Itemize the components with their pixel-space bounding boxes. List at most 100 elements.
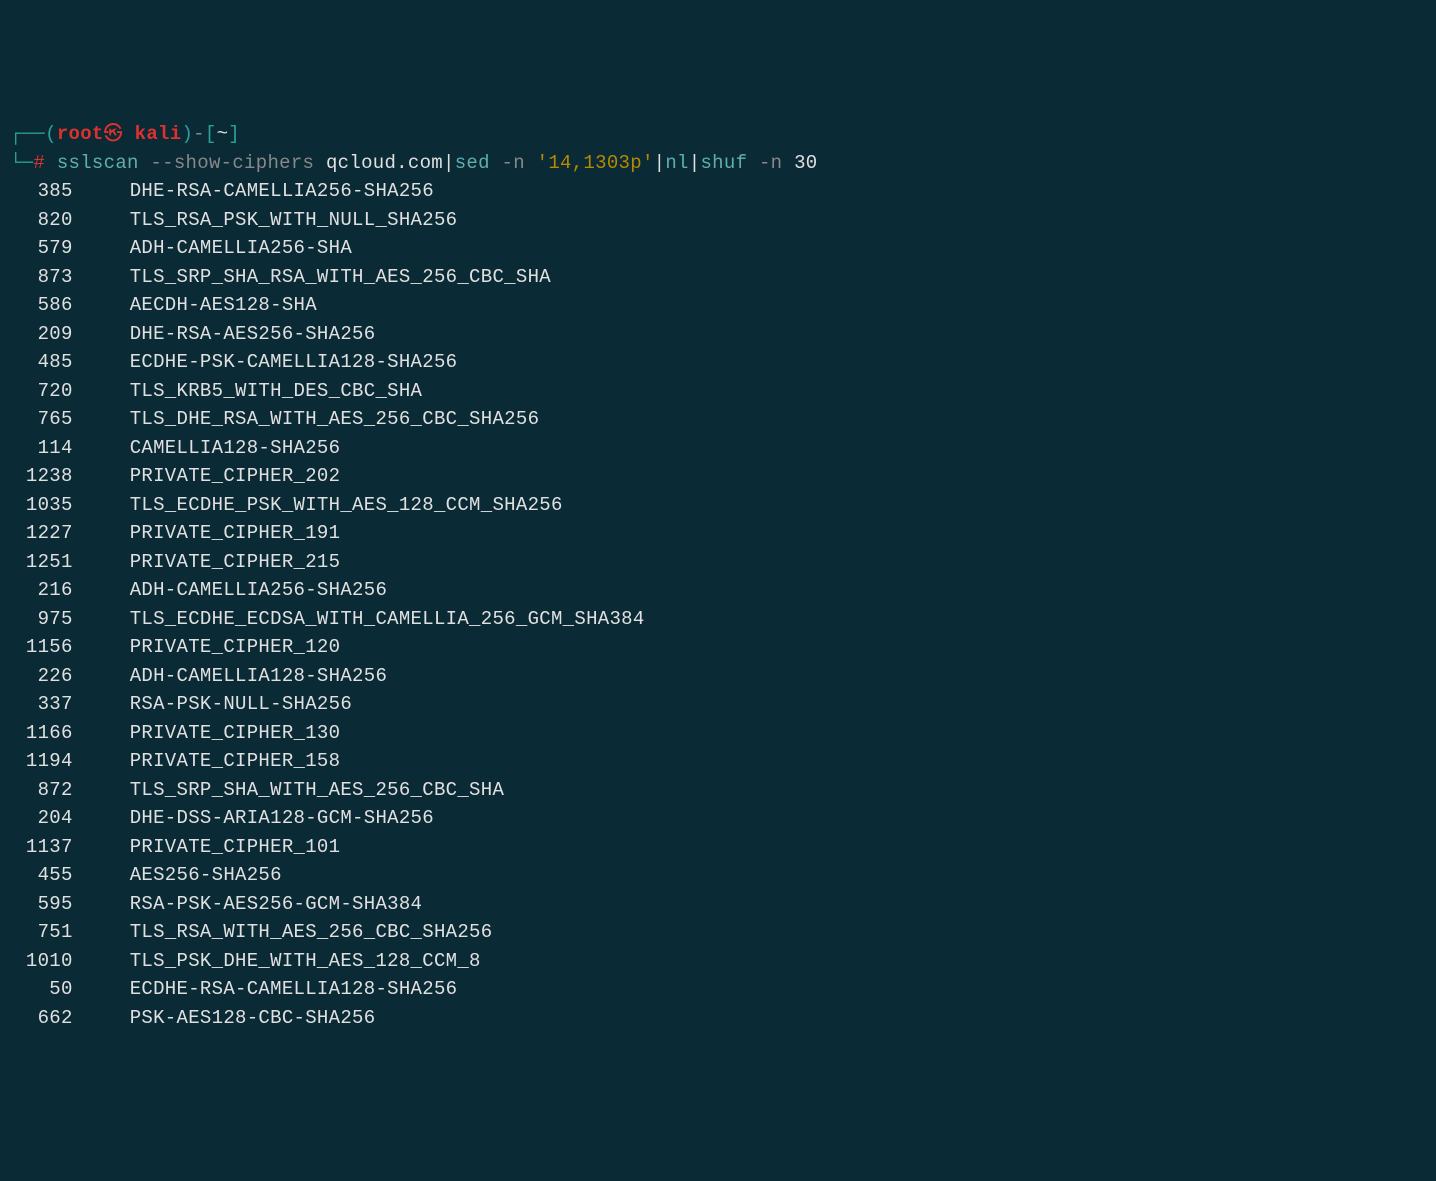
line-number: 1238 bbox=[10, 462, 73, 491]
cipher-name: TLS_PSK_DHE_WITH_AES_128_CCM_8 bbox=[130, 950, 481, 972]
line-number: 1035 bbox=[10, 491, 73, 520]
output-row: 337 RSA-PSK-NULL-SHA256 bbox=[10, 690, 1426, 719]
cipher-name: TLS_RSA_PSK_WITH_NULL_SHA256 bbox=[130, 209, 458, 231]
output-row: 579 ADH-CAMELLIA256-SHA bbox=[10, 234, 1426, 263]
line-number: 216 bbox=[10, 576, 73, 605]
cipher-name: PRIVATE_CIPHER_191 bbox=[130, 522, 341, 544]
output-row: 586 AECDH-AES128-SHA bbox=[10, 291, 1426, 320]
cipher-name: PRIVATE_CIPHER_158 bbox=[130, 750, 341, 772]
cipher-name: AECDH-AES128-SHA bbox=[130, 294, 317, 316]
shuf-option-n: -n bbox=[747, 152, 794, 174]
cipher-name: PSK-AES128-CBC-SHA256 bbox=[130, 1007, 376, 1029]
line-number: 337 bbox=[10, 690, 73, 719]
output-row: 114 CAMELLIA128-SHA256 bbox=[10, 434, 1426, 463]
line-number: 455 bbox=[10, 861, 73, 890]
cipher-name: PRIVATE_CIPHER_130 bbox=[130, 722, 341, 744]
cipher-name: TLS_DHE_RSA_WITH_AES_256_CBC_SHA256 bbox=[130, 408, 540, 430]
bracket-close: ] bbox=[228, 123, 240, 145]
output-row: 751TLS_RSA_WITH_AES_256_CBC_SHA256 bbox=[10, 918, 1426, 947]
cipher-name: TLS_SRP_SHA_RSA_WITH_AES_256_CBC_SHA bbox=[130, 266, 551, 288]
output-row: 820 TLS_RSA_PSK_WITH_NULL_SHA256 bbox=[10, 206, 1426, 235]
output-row: 204DHE-DSS-ARIA128-GCM-SHA256 bbox=[10, 804, 1426, 833]
output-row: 226ADH-CAMELLIA128-SHA256 bbox=[10, 662, 1426, 691]
cipher-name: CAMELLIA128-SHA256 bbox=[130, 437, 341, 459]
line-number: 720 bbox=[10, 377, 73, 406]
cipher-name: PRIVATE_CIPHER_215 bbox=[130, 551, 341, 573]
output-row: 485 ECDHE-PSK-CAMELLIA128-SHA256 bbox=[10, 348, 1426, 377]
command-sslscan: sslscan bbox=[57, 152, 139, 174]
option-show-ciphers: --show-ciphers bbox=[139, 152, 326, 174]
output-row: 1137PRIVATE_CIPHER_101 bbox=[10, 833, 1426, 862]
line-number: 1156 bbox=[10, 633, 73, 662]
output-row: 216 ADH-CAMELLIA256-SHA256 bbox=[10, 576, 1426, 605]
cipher-name: ADH-CAMELLIA256-SHA bbox=[130, 237, 352, 259]
cipher-name: DHE-RSA-CAMELLIA256-SHA256 bbox=[130, 180, 434, 202]
hostname: kali bbox=[123, 123, 182, 145]
output-row: 1227 PRIVATE_CIPHER_191 bbox=[10, 519, 1426, 548]
line-number: 50 bbox=[10, 975, 73, 1004]
cipher-name: ECDHE-PSK-CAMELLIA128-SHA256 bbox=[130, 351, 458, 373]
cipher-name: ADH-CAMELLIA128-SHA256 bbox=[130, 665, 387, 687]
output-row: 765 TLS_DHE_RSA_WITH_AES_256_CBC_SHA256 bbox=[10, 405, 1426, 434]
cipher-name: RSA-PSK-NULL-SHA256 bbox=[130, 693, 352, 715]
output-row: 1035 TLS_ECDHE_PSK_WITH_AES_128_CCM_SHA25… bbox=[10, 491, 1426, 520]
output-row: 385 DHE-RSA-CAMELLIA256-SHA256 bbox=[10, 177, 1426, 206]
line-number: 751 bbox=[10, 918, 73, 947]
user-root: root bbox=[57, 123, 104, 145]
output-row: 975TLS_ECDHE_ECDSA_WITH_CAMELLIA_256_GCM… bbox=[10, 605, 1426, 634]
pipe-1: | bbox=[443, 152, 455, 174]
line-number: 204 bbox=[10, 804, 73, 833]
dash-separator: - bbox=[193, 123, 205, 145]
line-number: 1166 bbox=[10, 719, 73, 748]
cipher-name: TLS_ECDHE_PSK_WITH_AES_128_CCM_SHA256 bbox=[130, 494, 563, 516]
output-row: 595 RSA-PSK-AES256-GCM-SHA384 bbox=[10, 890, 1426, 919]
line-number: 765 bbox=[10, 405, 73, 434]
line-number: 1194 bbox=[10, 747, 73, 776]
output-row: 662 PSK-AES128-CBC-SHA256 bbox=[10, 1004, 1426, 1033]
arg-hostname: qcloud.com bbox=[326, 152, 443, 174]
command-nl: nl bbox=[665, 152, 688, 174]
output-row: 1166 PRIVATE_CIPHER_130 bbox=[10, 719, 1426, 748]
cipher-name: PRIVATE_CIPHER_120 bbox=[130, 636, 341, 658]
line-number: 586 bbox=[10, 291, 73, 320]
prompt-hash: # bbox=[33, 152, 45, 174]
line-number: 820 bbox=[10, 206, 73, 235]
cipher-name: ADH-CAMELLIA256-SHA256 bbox=[130, 579, 387, 601]
line-number: 1251 bbox=[10, 548, 73, 577]
output-row: 720TLS_KRB5_WITH_DES_CBC_SHA bbox=[10, 377, 1426, 406]
command-sed: sed bbox=[455, 152, 490, 174]
output-row: 1010TLS_PSK_DHE_WITH_AES_128_CCM_8 bbox=[10, 947, 1426, 976]
pipe-3: | bbox=[689, 152, 701, 174]
line-number: 873 bbox=[10, 263, 73, 292]
box-drawing-icon: ┌── bbox=[10, 123, 45, 145]
command-shuf: shuf bbox=[700, 152, 747, 174]
cipher-name: RSA-PSK-AES256-GCM-SHA384 bbox=[130, 893, 423, 915]
line-number: 579 bbox=[10, 234, 73, 263]
line-number: 485 bbox=[10, 348, 73, 377]
line-number: 209 bbox=[10, 320, 73, 349]
output-row: 1156 PRIVATE_CIPHER_120 bbox=[10, 633, 1426, 662]
line-number: 385 bbox=[10, 177, 73, 206]
cipher-name: DHE-RSA-AES256-SHA256 bbox=[130, 323, 376, 345]
shuf-count: 30 bbox=[794, 152, 817, 174]
line-number: 1227 bbox=[10, 519, 73, 548]
terminal[interactable]: ┌──(root㉿ kali)-[~]└─# sslscan --show-ci… bbox=[10, 120, 1426, 1032]
paren-close: ) bbox=[181, 123, 193, 145]
line-number: 595 bbox=[10, 890, 73, 919]
output-row: 872TLS_SRP_SHA_WITH_AES_256_CBC_SHA bbox=[10, 776, 1426, 805]
sed-range-string: '14,1303p' bbox=[537, 152, 654, 174]
prompt-line-1: ┌──(root㉿ kali)-[~] bbox=[10, 120, 1426, 149]
line-number: 662 bbox=[10, 1004, 73, 1033]
cwd-path: ~ bbox=[217, 123, 229, 145]
output-row: 1194 PRIVATE_CIPHER_158 bbox=[10, 747, 1426, 776]
cipher-name: TLS_ECDHE_ECDSA_WITH_CAMELLIA_256_GCM_SH… bbox=[130, 608, 645, 630]
cipher-name: PRIVATE_CIPHER_202 bbox=[130, 465, 341, 487]
cipher-name: PRIVATE_CIPHER_101 bbox=[130, 836, 341, 858]
sed-option-n: -n bbox=[490, 152, 537, 174]
line-number: 114 bbox=[10, 434, 73, 463]
line-number: 872 bbox=[10, 776, 73, 805]
bracket-open: [ bbox=[205, 123, 217, 145]
output-row: 50ECDHE-RSA-CAMELLIA128-SHA256 bbox=[10, 975, 1426, 1004]
output-row: 209 DHE-RSA-AES256-SHA256 bbox=[10, 320, 1426, 349]
output-row: 873 TLS_SRP_SHA_RSA_WITH_AES_256_CBC_SHA bbox=[10, 263, 1426, 292]
